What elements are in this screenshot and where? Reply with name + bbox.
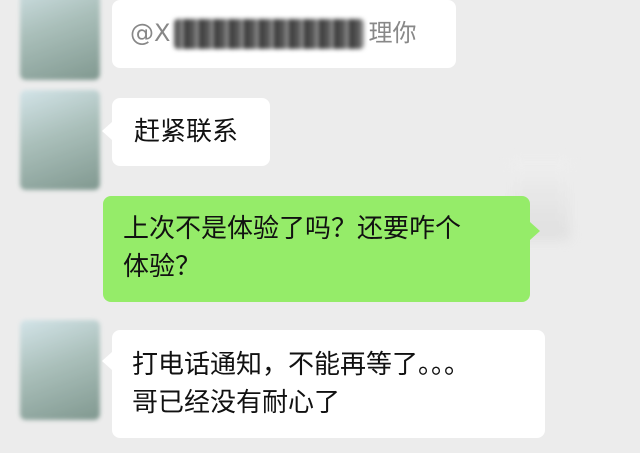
bubble-tail xyxy=(102,352,112,370)
mention-name-fragment: X xyxy=(154,19,171,47)
mention-prefix: @ xyxy=(130,19,154,47)
avatar[interactable] xyxy=(20,90,100,190)
bubble-tail xyxy=(530,222,540,240)
avatar[interactable] xyxy=(20,320,100,420)
message-text-line: 打电话通知，不能再等了。。。 xyxy=(132,350,471,380)
message-bubble[interactable]: 打电话通知，不能再等了。。。 哥已经没有耐心了 xyxy=(112,330,545,438)
message-bubble[interactable]: 赶紧联系 xyxy=(112,98,270,166)
message-text-line: 哥已经没有耐心了 xyxy=(132,388,341,418)
message-text: 赶紧联系 xyxy=(134,117,239,147)
message-bubble-self[interactable]: 上次不是体验了吗？还要咋个 体验？ xyxy=(103,196,530,302)
bubble-tail xyxy=(102,122,112,140)
message-text-line: 体验？ xyxy=(123,252,202,282)
mention-suffix: 理你 xyxy=(368,19,417,47)
avatar[interactable] xyxy=(20,0,100,80)
message-bubble-mention[interactable]: @X 理你 xyxy=(112,0,456,68)
redacted-name xyxy=(174,18,365,49)
message-text-line: 上次不是体验了吗？还要咋个 xyxy=(123,214,462,244)
